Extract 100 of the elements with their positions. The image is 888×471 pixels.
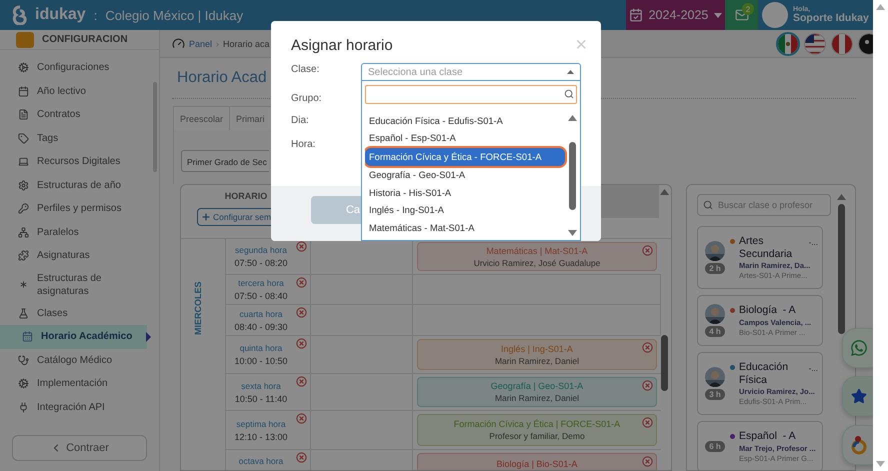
sidebar-item[interactable]: Perfiles y permisos <box>0 197 147 220</box>
flag-icon[interactable] <box>859 34 873 54</box>
flag-icon[interactable] <box>778 34 798 54</box>
plus-icon <box>201 212 211 222</box>
scroll-up-icon[interactable] <box>876 4 885 10</box>
remove-icon[interactable] <box>642 417 653 428</box>
calendar-icon <box>18 86 29 97</box>
cogs-icon <box>18 378 29 390</box>
period-label: quinta hora <box>240 343 282 353</box>
sidebar-item[interactable]: Clases <box>0 302 147 325</box>
envelope-icon <box>734 8 748 22</box>
class-name: Matemáticas | Mat-S01-A <box>486 246 588 256</box>
time-range: 12:10 - 13:00 <box>234 432 288 442</box>
sidebar-item[interactable]: Integración API <box>0 396 147 419</box>
search-field[interactable] <box>365 85 577 104</box>
search-icon <box>703 200 713 210</box>
scroll-down-icon[interactable] <box>876 461 885 467</box>
period-label: septima hora <box>236 418 286 428</box>
class-block[interactable]: Formación Cívica y Ética | FORCE-S01-A Profesor y familiar, Demo <box>417 414 657 446</box>
sidebar-item[interactable]: Estructuras de asignaturas <box>0 268 147 302</box>
sidebar-item[interactable]: Catálogo Médico <box>0 348 147 372</box>
sidebar-item[interactable]: Año lectivo <box>0 80 147 103</box>
field-label: Hora: <box>291 139 316 152</box>
grade-select[interactable]: Primer Grado de Sec <box>181 150 269 172</box>
class-name: Formación Cívica y Ética | FORCE-S01-A <box>454 419 620 429</box>
caret-icon <box>714 12 722 18</box>
collapse-button[interactable]: Contraer <box>12 435 147 461</box>
search-field[interactable]: Buscar clase o profesor <box>697 194 831 216</box>
sidebar-item[interactable]: Paralelos <box>0 220 147 244</box>
sidebar-item[interactable]: Estructuras de año <box>0 174 147 197</box>
class-select[interactable]: Selecciona una clase <box>361 63 581 81</box>
remove-icon[interactable] <box>642 245 653 256</box>
message-count: 2 <box>742 3 754 15</box>
period-label: cuarta hora <box>240 308 282 318</box>
sidebar-item[interactable]: Asignaturas <box>0 244 147 268</box>
document-icon <box>18 109 29 120</box>
sidebar-item[interactable]: Recursos Digitales <box>0 150 147 174</box>
whatsapp-button[interactable] <box>842 328 873 368</box>
remove-icon[interactable] <box>296 277 307 288</box>
dropdown-option[interactable]: Matemáticas - Mat-S01-A <box>365 219 565 236</box>
time-range: 10:00 - 10:50 <box>234 356 288 366</box>
page-title: Horario Acad <box>176 68 267 88</box>
remove-icon[interactable] <box>296 241 307 252</box>
dropdown-option[interactable]: Formación Cívica y Ética - FORCE-S01-A <box>365 148 565 166</box>
class-title: Español - A <box>739 430 797 443</box>
remove-icon[interactable] <box>296 413 307 424</box>
year-selector[interactable]: 2024-2025 <box>626 0 725 30</box>
remove-icon[interactable] <box>296 452 307 463</box>
remove-icon[interactable] <box>642 342 653 353</box>
laptop-icon <box>18 156 29 168</box>
key-icon <box>18 203 29 214</box>
dropdown-option[interactable]: Inglés - Ing-S01-A <box>365 202 565 219</box>
plug-icon <box>18 402 29 413</box>
breadcrumb-link[interactable]: Panel <box>189 38 212 48</box>
scroll-up-icon[interactable] <box>837 194 846 200</box>
scroll-up-icon[interactable] <box>568 115 576 121</box>
sidebar-item[interactable]: Tags <box>0 126 147 150</box>
flag-icon[interactable] <box>805 34 825 54</box>
swirl-logo-icon <box>850 435 868 455</box>
class-block[interactable]: Matemáticas | Mat-S01-A Urvicio Ramirez, José Guadalupe <box>417 242 657 271</box>
dropdown-option[interactable]: Educación Física - Edufis-S01-A <box>365 112 565 130</box>
sidebar-item[interactable]: Configuraciones <box>0 56 147 80</box>
schedule-cell[interactable] <box>413 305 661 336</box>
period-label: segunda hora <box>235 245 287 255</box>
scrollbar-thumb[interactable] <box>568 142 576 210</box>
class-title: Educación Física <box>739 361 790 386</box>
remove-icon[interactable] <box>296 376 307 387</box>
sidebar-item[interactable]: Contratos <box>0 103 147 126</box>
cogs-icon <box>18 62 29 74</box>
scrollbar-thumb[interactable] <box>661 335 668 391</box>
dashboard-icon <box>172 37 185 50</box>
dropdown-option[interactable]: Historia - His-S01-A <box>365 184 565 202</box>
class-block[interactable]: Inglés | Ing-S01-A Marin Ramirez, Daniel <box>417 339 657 370</box>
scrollbar-thumb[interactable] <box>838 204 845 334</box>
remove-icon[interactable] <box>642 380 653 391</box>
remove-icon[interactable] <box>296 307 307 318</box>
time-range: 07:50 - 08:40 <box>234 291 288 301</box>
remove-icon[interactable] <box>296 338 307 349</box>
flag-icon[interactable] <box>832 34 852 54</box>
assistant-button[interactable] <box>842 425 873 465</box>
tag-icon <box>18 132 29 144</box>
class-block[interactable]: Biología | Bio-S01-A <box>417 453 657 470</box>
gear-icon <box>18 180 29 191</box>
remove-icon[interactable] <box>642 456 653 467</box>
class-block[interactable]: Geografía | Geo-S01-A Marin Ramirez, Daniel <box>417 377 657 407</box>
hours-badge: 6 h <box>705 441 725 452</box>
column-header: HORARIO <box>224 191 268 201</box>
breadcrumb-current: Horario aca <box>223 38 270 48</box>
configure-button[interactable]: Configurar sem <box>197 208 274 226</box>
favorites-button[interactable] <box>842 376 873 416</box>
time-range: 08:40 - 09:30 <box>234 322 288 332</box>
teacher-name: Marin Ramirez, Daniel <box>494 356 580 366</box>
time-range: 07:50 - 08:20 <box>234 258 288 268</box>
star-icon <box>851 388 867 404</box>
scroll-up-icon[interactable] <box>660 189 669 195</box>
sidebar-item[interactable]: Implementación <box>0 372 147 396</box>
scroll-down-icon[interactable] <box>568 230 576 236</box>
dropdown-option[interactable]: Geografía - Geo-S01-A <box>365 166 565 184</box>
asterisk-icon <box>18 279 29 290</box>
dropdown-option[interactable]: Español - Esp-S01-A <box>365 130 565 147</box>
